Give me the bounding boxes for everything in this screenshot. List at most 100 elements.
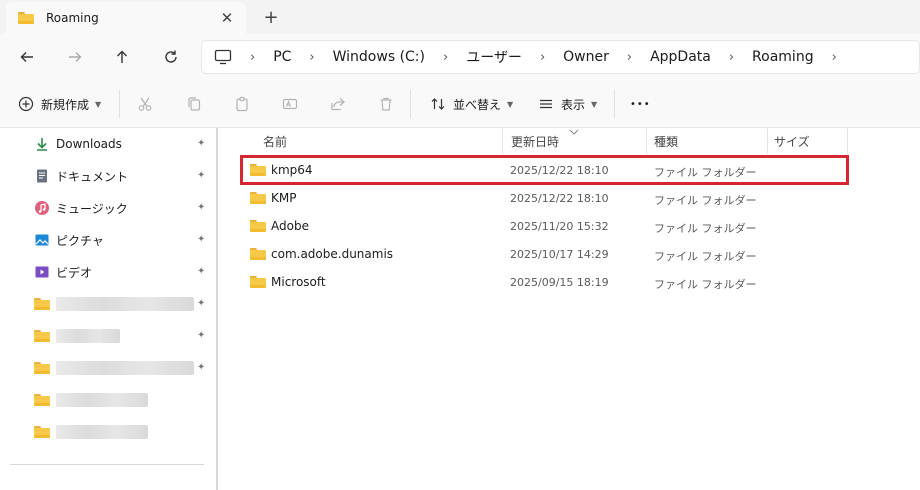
file-modified: 2025/10/17 14:29	[510, 248, 609, 261]
chevron-down-icon: ▼	[591, 99, 598, 109]
sidebar-item-label: Downloads	[56, 137, 122, 151]
column-header-type[interactable]: 種類	[654, 128, 678, 154]
tab-roaming[interactable]: Roaming ✕	[6, 2, 246, 34]
pin-icon[interactable]: ✦	[197, 202, 205, 213]
folder-icon	[34, 362, 50, 374]
forward-button[interactable]	[62, 44, 88, 70]
breadcrumb-owner[interactable]: Owner	[563, 49, 609, 65]
file-modified: 2025/12/22 18:10	[510, 192, 609, 205]
rename-icon	[282, 98, 298, 110]
file-row-com-adobe-dunamis[interactable]: com.adobe.dunamis 2025/10/17 14:29 ファイル …	[240, 242, 846, 268]
column-divider[interactable]	[847, 128, 848, 154]
back-button[interactable]	[14, 44, 40, 70]
breadcrumb-drive[interactable]: Windows (C:)	[333, 49, 425, 65]
delete-button[interactable]	[378, 92, 394, 116]
sidebar-item-redacted[interactable]	[34, 293, 214, 315]
breadcrumb-pc[interactable]: PC	[273, 49, 291, 65]
folder-icon	[34, 394, 50, 406]
cut-button[interactable]	[137, 92, 153, 116]
redacted-label	[56, 425, 148, 439]
toolbar-divider	[410, 90, 411, 118]
redacted-label	[56, 361, 194, 375]
sidebar-divider	[10, 464, 204, 465]
pin-icon[interactable]: ✦	[197, 266, 205, 277]
share-button[interactable]	[330, 92, 346, 116]
file-type: ファイル フォルダー	[654, 222, 757, 235]
file-modified: 2025/09/15 18:19	[510, 276, 609, 289]
command-bar: 新規作成 ▼ 並べ替え ▼ 表示 ▼ •••	[0, 80, 920, 128]
sidebar-item-documents[interactable]: ドキュメント	[34, 165, 214, 187]
sidebar-item-redacted[interactable]	[34, 389, 214, 411]
breadcrumb-roaming[interactable]: Roaming	[752, 49, 814, 65]
sidebar-item-downloads[interactable]: Downloads	[34, 133, 214, 155]
navigation-pane: Downloads ✦ ドキュメント ✦ ミュージック ✦ ピクチャ ✦ ビデオ…	[0, 128, 220, 490]
sidebar-item-pictures[interactable]: ピクチャ	[34, 229, 214, 251]
file-type: ファイル フォルダー	[654, 250, 757, 263]
column-header-name[interactable]: 名前	[263, 128, 287, 154]
new-tab-button[interactable]: +	[259, 5, 283, 29]
refresh-button[interactable]	[158, 44, 184, 70]
breadcrumb-users[interactable]: ユーザー	[466, 47, 522, 67]
pin-icon[interactable]: ✦	[197, 234, 205, 245]
share-icon	[331, 98, 345, 111]
folder-icon	[34, 330, 50, 342]
view-button-label: 表示	[561, 97, 586, 112]
file-type: ファイル フォルダー	[654, 194, 757, 207]
pin-icon[interactable]: ✦	[197, 138, 205, 149]
paste-button[interactable]	[234, 92, 250, 116]
folder-icon	[34, 426, 50, 438]
close-tab-icon[interactable]: ✕	[216, 7, 238, 29]
monitor-icon	[214, 49, 232, 65]
address-bar[interactable]: › PC › Windows (C:) › ユーザー › Owner › App…	[201, 40, 920, 74]
toolbar-divider	[614, 90, 615, 118]
sidebar-item-redacted[interactable]	[34, 421, 214, 443]
pin-icon[interactable]: ✦	[197, 330, 205, 341]
more-options-button[interactable]: •••	[630, 92, 651, 116]
copy-button[interactable]	[186, 92, 202, 116]
pin-icon[interactable]: ✦	[197, 170, 205, 181]
sidebar-item-videos[interactable]: ビデオ	[34, 261, 214, 283]
folder-icon	[34, 298, 50, 310]
file-type: ファイル フォルダー	[654, 278, 757, 291]
tab-title: Roaming	[46, 11, 99, 25]
up-button[interactable]	[109, 44, 135, 70]
navigation-bar: › PC › Windows (C:) › ユーザー › Owner › App…	[0, 34, 920, 80]
sidebar-scrollbar[interactable]	[216, 128, 218, 490]
folder-icon	[250, 220, 266, 232]
rename-button[interactable]	[282, 92, 298, 116]
breadcrumb-separator: ›	[309, 49, 315, 65]
view-list-icon	[540, 99, 552, 109]
redacted-label	[56, 329, 120, 343]
new-button[interactable]: 新規作成 ▼	[18, 92, 101, 116]
column-header-size[interactable]: サイズ	[774, 128, 810, 154]
file-row-adobe[interactable]: Adobe 2025/11/20 15:32 ファイル フォルダー	[240, 214, 846, 240]
sidebar-item-label: ビデオ	[56, 265, 93, 280]
sort-button-label: 並べ替え	[453, 97, 502, 112]
pin-icon[interactable]: ✦	[197, 362, 205, 373]
file-row-kmp[interactable]: KMP 2025/12/22 18:10 ファイル フォルダー	[240, 186, 846, 212]
breadcrumb-separator: ›	[626, 49, 633, 65]
breadcrumb-appdata[interactable]: AppData	[650, 49, 711, 65]
file-row-microsoft[interactable]: Microsoft 2025/09/15 18:19 ファイル フォルダー	[240, 270, 846, 296]
new-button-label: 新規作成	[41, 97, 90, 112]
column-header-label: 更新日時	[511, 134, 560, 149]
column-divider[interactable]	[767, 128, 768, 154]
scissors-icon	[138, 97, 152, 111]
sidebar-item-label: ミュージック	[56, 201, 128, 216]
title-bar: Roaming ✕ +	[0, 0, 920, 34]
breadcrumb-expand[interactable]: ›	[832, 50, 837, 65]
sidebar-item-redacted[interactable]	[34, 357, 214, 379]
sidebar-item-redacted[interactable]	[34, 325, 214, 347]
column-divider[interactable]	[502, 128, 503, 154]
sort-button[interactable]: 並べ替え ▼	[430, 92, 513, 116]
column-header-modified[interactable]: 更新日時	[511, 128, 559, 154]
view-button[interactable]: 表示 ▼	[538, 92, 597, 116]
column-divider[interactable]	[646, 128, 647, 154]
redacted-label	[56, 297, 194, 311]
pin-icon[interactable]: ✦	[197, 298, 205, 309]
folder-icon	[250, 276, 266, 288]
sidebar-item-music[interactable]: ミュージック	[34, 197, 214, 219]
plus-circle-icon	[18, 96, 34, 112]
download-icon	[34, 136, 50, 152]
trash-icon	[380, 97, 392, 111]
